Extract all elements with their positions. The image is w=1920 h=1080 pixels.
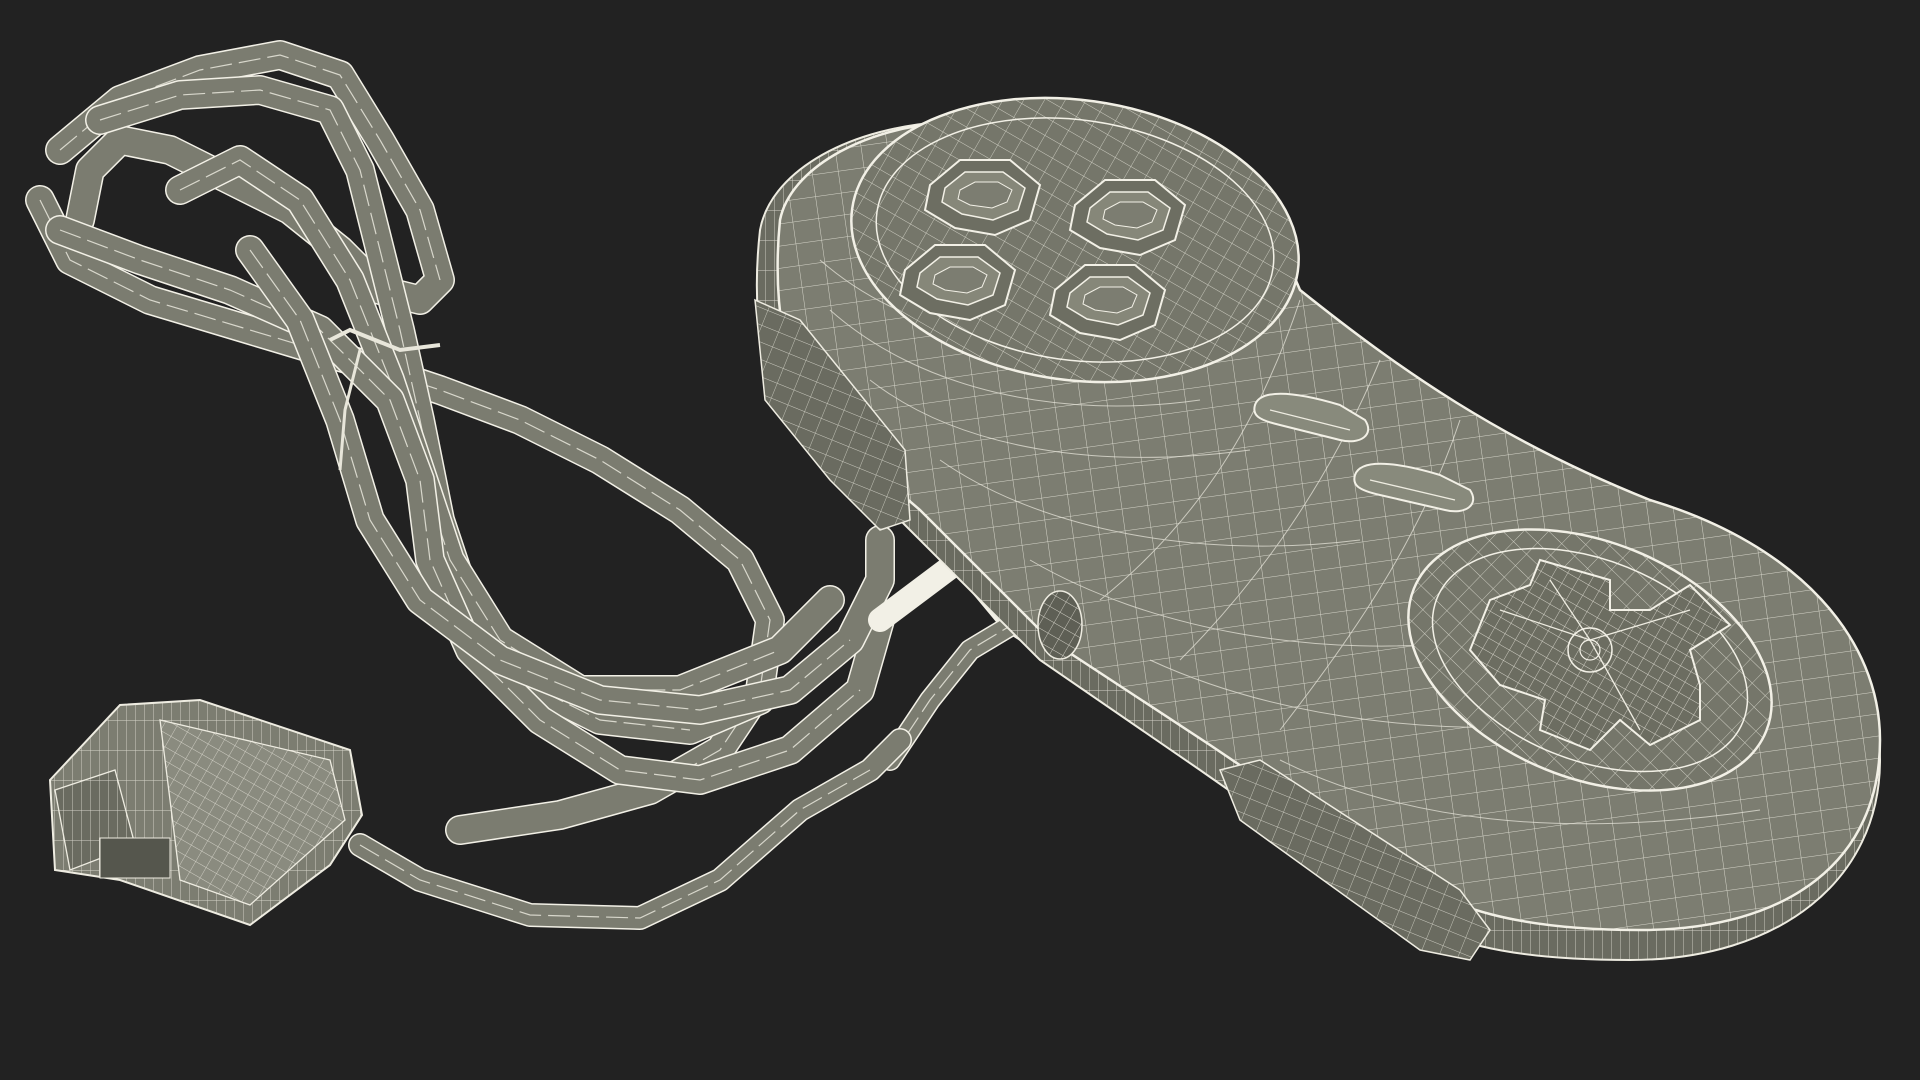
connector-plug <box>48 698 364 927</box>
wireframe-render <box>25 40 1882 962</box>
